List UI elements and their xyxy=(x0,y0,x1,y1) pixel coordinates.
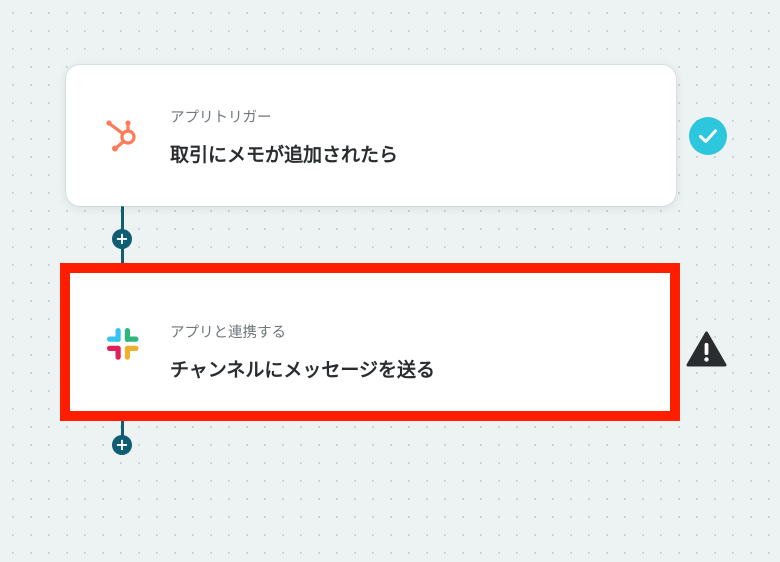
step-title: チャンネルにメッセージを送る xyxy=(170,359,436,381)
hubspot-icon xyxy=(102,115,142,155)
trigger-step-card[interactable]: アプリトリガー 取引にメモが追加されたら xyxy=(66,65,676,206)
warning-triangle-icon xyxy=(686,331,727,368)
action-step-card-body: アプリと連携する チャンネルにメッセージを送る xyxy=(70,273,670,411)
check-circle-icon xyxy=(689,117,727,155)
slack-icon xyxy=(103,324,143,364)
action-step-card[interactable]: アプリと連携する チャンネルにメッセージを送る xyxy=(60,263,680,421)
add-step-button[interactable]: + xyxy=(112,229,132,249)
step-title: 取引にメモが追加されたら xyxy=(170,144,399,166)
step-type-label: アプリトリガー xyxy=(170,110,272,126)
step-type-label: アプリと連携する xyxy=(170,325,286,341)
flow-canvas: アプリトリガー 取引にメモが追加されたら + アプリと連携する チャンネルにメッ… xyxy=(0,0,780,562)
add-step-button[interactable]: + xyxy=(112,435,132,455)
